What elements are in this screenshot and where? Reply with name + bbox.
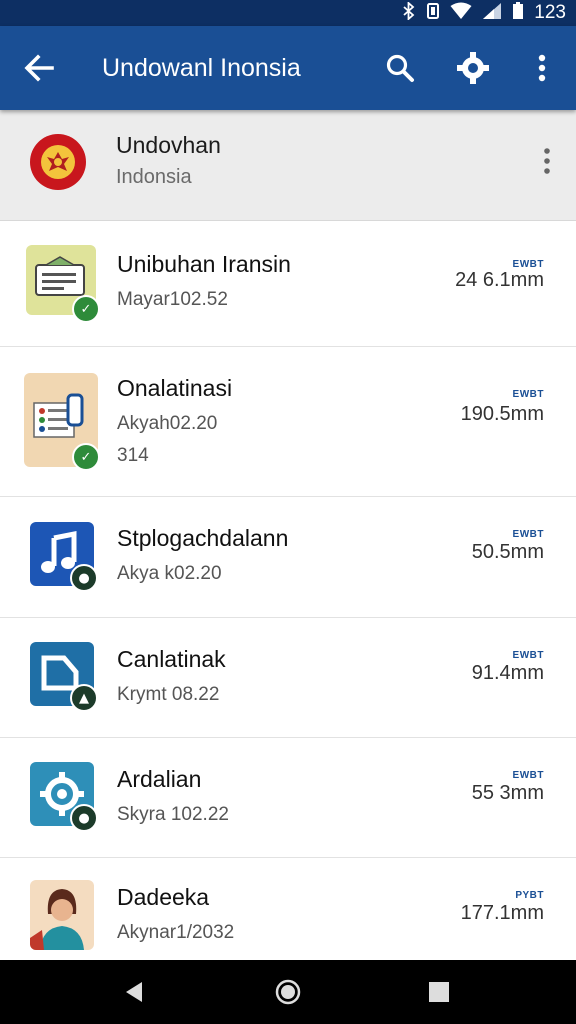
system-nav-bar (0, 960, 576, 1024)
header-title: Undovhan (116, 132, 221, 158)
list-item[interactable]: ✓ Onalatinasi Akyah02.20 314 EWBT 190.5m… (0, 347, 576, 497)
header-subtitle: Indonsia (116, 166, 192, 188)
header-overflow-icon[interactable] (540, 146, 554, 176)
user-avatar-icon (30, 880, 94, 950)
overflow-menu-icon[interactable] (524, 50, 560, 86)
nav-back-icon[interactable] (122, 980, 146, 1009)
channel-header[interactable]: Undovhan Indonsia (0, 110, 576, 221)
check-badge-icon: ✓ (72, 443, 100, 471)
item-size: 24 6.1mm (455, 269, 544, 291)
status-icons: 123 (402, 0, 566, 25)
nav-home-icon[interactable] (274, 978, 302, 1011)
status-bar: 123 (0, 0, 576, 26)
back-arrow-icon[interactable] (22, 50, 58, 86)
item-title: Dadeeka (117, 884, 210, 910)
item-title: Unibuhan Iransin (117, 251, 291, 277)
settings-icon[interactable] (455, 50, 491, 86)
app-bar-title: Undowanl Inonsia (102, 54, 301, 82)
list-item[interactable]: ● Ardalian Skyra 102.22 EWBT 55 3mm (0, 738, 576, 858)
item-meta: Akya k02.20 (117, 563, 222, 584)
item-size: 55 3mm (471, 782, 544, 804)
list-item[interactable]: ▲ Canlatinak Krymt 08.22 EWBT 91.4mm (0, 618, 576, 738)
garuda-emblem-icon (30, 134, 86, 190)
item-meta: Krymt 08.22 (117, 684, 220, 705)
bluetooth-icon (402, 0, 416, 25)
item-title: Canlatinak (117, 646, 226, 672)
item-size: 50.5mm (471, 541, 544, 563)
status-badge-icon: ▲ (70, 684, 98, 712)
item-title: Ardalian (117, 766, 202, 792)
clock: 123 (534, 2, 566, 23)
nav-recents-icon[interactable] (428, 981, 450, 1008)
item-tag: EWBT (512, 650, 544, 661)
list-item[interactable]: ✓ Unibuhan Iransin Mayar102.52 EWBT 24 6… (0, 221, 576, 347)
app-bar: Undowanl Inonsia (0, 26, 576, 110)
item-title: Stplogachdalann (117, 525, 289, 551)
vibrate-icon (426, 2, 440, 25)
battery-icon (512, 1, 524, 25)
item-meta: Skyra 102.22 (117, 804, 229, 825)
item-title: Onalatinasi (117, 375, 233, 401)
item-tag: PYBT (515, 890, 544, 901)
list-item[interactable]: ● Stplogachdalann Akya k02.20 EWBT 50.5m… (0, 497, 576, 618)
status-badge-icon: ● (70, 804, 98, 832)
item-tag: EWBT (512, 529, 544, 540)
item-tag: EWBT (512, 770, 544, 781)
item-meta-extra: 314 (117, 445, 149, 466)
item-meta: Akyah02.20 (117, 413, 218, 434)
item-meta: Akynar1/2032 (117, 922, 235, 943)
signal-icon (482, 2, 502, 25)
item-size: 91.4mm (471, 662, 544, 684)
item-meta: Mayar102.52 (117, 289, 228, 310)
wifi-icon (450, 2, 472, 25)
item-size: 190.5mm (460, 403, 544, 425)
search-icon[interactable] (382, 50, 418, 86)
check-badge-icon: ✓ (72, 295, 100, 323)
list-item[interactable]: Dadeeka Akynar1/2032 PYBT 177.1mm (0, 858, 576, 960)
status-badge-icon: ● (70, 564, 98, 592)
item-size: 177.1mm (460, 902, 544, 924)
item-tag: EWBT (512, 389, 544, 400)
